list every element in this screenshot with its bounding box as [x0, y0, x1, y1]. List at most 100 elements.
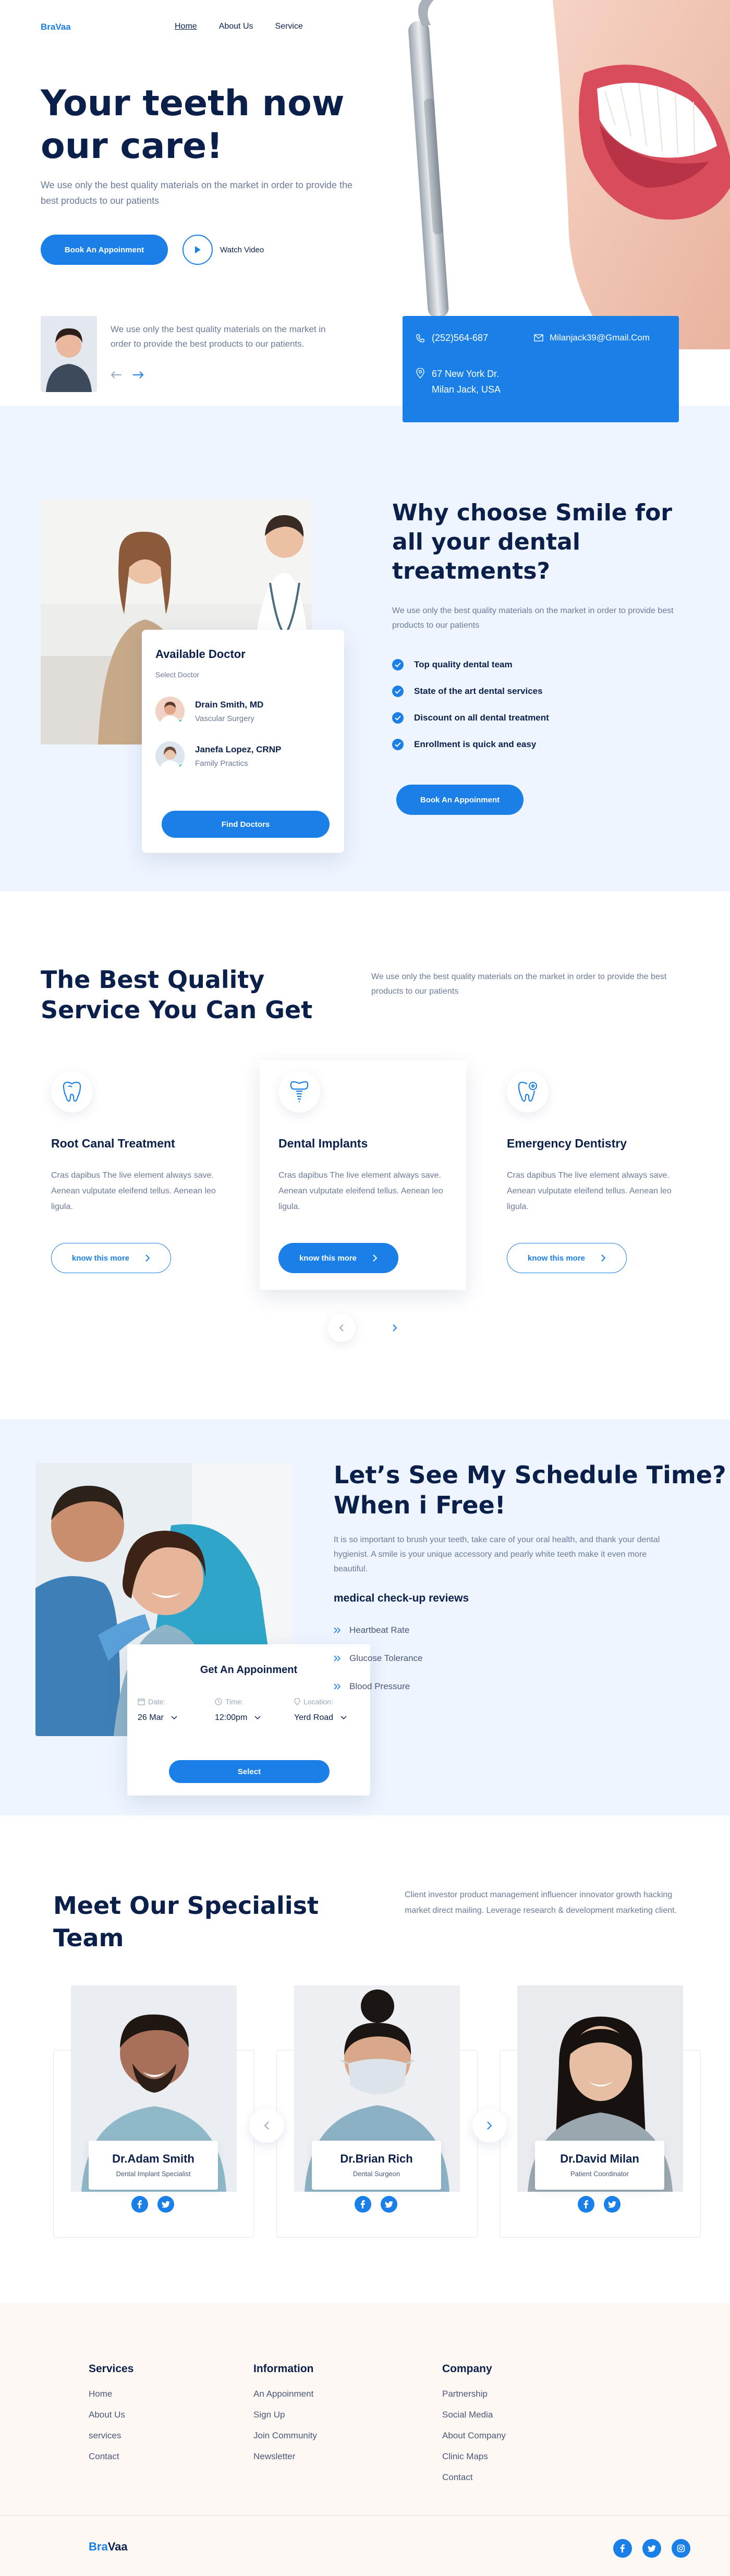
- footer-link[interactable]: Clinic Maps: [442, 2451, 506, 2462]
- facebook-icon[interactable]: [613, 2539, 632, 2558]
- footer-link[interactable]: About Us: [89, 2410, 133, 2420]
- dental-implant-icon: [278, 1071, 320, 1113]
- footer-social: [613, 2539, 690, 2558]
- nav-item-home[interactable]: Home: [175, 22, 197, 31]
- facebook-icon[interactable]: [355, 2196, 371, 2213]
- review-item-text: Glucose Tolerance: [349, 1653, 423, 1663]
- footer-link[interactable]: An Appoinment: [253, 2389, 317, 2399]
- instagram-icon[interactable]: [672, 2539, 690, 2558]
- team-next-button[interactable]: [472, 2108, 507, 2143]
- services-prev-button[interactable]: [327, 1314, 356, 1342]
- chevron-right-icon: [145, 1254, 150, 1262]
- play-icon[interactable]: [182, 235, 213, 265]
- hero-book-button[interactable]: Book An Appoinment: [41, 235, 168, 265]
- nav-item-service[interactable]: Service: [275, 22, 303, 31]
- footer-link[interactable]: Join Community: [253, 2431, 317, 2441]
- doctor-avatar: [155, 697, 185, 726]
- know-more-button[interactable]: know this more: [51, 1243, 171, 1273]
- team-title-line1: Meet Our Specialist: [53, 1891, 319, 1920]
- testimonial-text: We use only the best quality materials o…: [111, 324, 326, 349]
- watch-video-label: Watch Video: [220, 245, 264, 254]
- footer-link[interactable]: Newsletter: [253, 2451, 317, 2462]
- footer-brand-logo[interactable]: BraVaa: [89, 2540, 128, 2554]
- arrow-right-icon[interactable]: [132, 371, 144, 381]
- date-field[interactable]: Date: 26 Mar: [138, 1698, 205, 1723]
- schedule-title-line1: Let’s See My Schedule Time?: [334, 1461, 726, 1489]
- chevron-down-icon: [254, 1716, 261, 1720]
- facebook-icon[interactable]: [131, 2196, 148, 2213]
- testimonial-arrows: [111, 371, 144, 381]
- service-desc: Cras dapibus The live element always sav…: [278, 1171, 443, 1211]
- page: BraVaa Home About Us Service Your teeth …: [0, 0, 730, 2576]
- chevron-left-icon: [264, 2121, 269, 2130]
- footer-link[interactable]: About Company: [442, 2431, 506, 2441]
- tooth-icon: [51, 1071, 93, 1113]
- select-button[interactable]: Select: [169, 1760, 330, 1783]
- doctor-item[interactable]: Drain Smith, MD Vascular Surgery: [155, 697, 263, 726]
- arrow-left-icon[interactable]: [111, 371, 122, 381]
- find-doctors-button[interactable]: Find Doctors: [162, 811, 330, 838]
- team-name-card: Dr.David Milan Patient Coordinator: [535, 2141, 664, 2190]
- services-title-line2: Service You Can Get: [41, 996, 313, 1024]
- facebook-icon[interactable]: [578, 2196, 594, 2213]
- clock-icon: [215, 1698, 222, 1705]
- time-field[interactable]: Time: 12:00pm: [215, 1698, 283, 1723]
- footer-link[interactable]: Partnership: [442, 2389, 506, 2399]
- why-point: Top quality dental team: [392, 658, 549, 672]
- why-point: Enrollment is quick and easy: [392, 738, 549, 751]
- nav-item-about[interactable]: About Us: [219, 22, 253, 31]
- footer-link[interactable]: Sign Up: [253, 2410, 317, 2420]
- reviews-title: medical check-up reviews: [334, 1592, 469, 1604]
- team-member-role: Dental Implant Specialist: [116, 2170, 191, 2178]
- doctor-avatar: [155, 741, 185, 771]
- services-title: The Best Quality Service You Can Get: [41, 965, 312, 1025]
- available-doctor-card: Available Doctor Select Doctor Drain Smi…: [142, 630, 344, 853]
- why-title: Why choose Smile for all your dental tre…: [392, 498, 672, 586]
- service-title: Dental Implants: [278, 1137, 368, 1150]
- footer-link[interactable]: services: [89, 2431, 133, 2441]
- team-member-role: Patient Coordinator: [570, 2170, 629, 2178]
- team-member-name: Dr.Brian Rich: [340, 2152, 413, 2165]
- team-title: Meet Our Specialist Team: [53, 1889, 319, 1954]
- doctor-name: Janefa Lopez, CRNP: [195, 744, 282, 754]
- location-field[interactable]: Location: Yerd Road: [294, 1698, 367, 1723]
- know-more-button[interactable]: know this more: [507, 1243, 627, 1273]
- doctor-role: Family Practics: [195, 759, 248, 768]
- footer-link[interactable]: Home: [89, 2389, 133, 2399]
- team-prev-button[interactable]: [249, 2108, 284, 2143]
- schedule-title: Let’s See My Schedule Time? When i Free!: [334, 1460, 726, 1520]
- doctor-name: Drain Smith, MD: [195, 699, 264, 710]
- contact-email[interactable]: Milanjack39@Gmail.Com: [534, 333, 650, 343]
- doctor-item[interactable]: Janefa Lopez, CRNP Family Practics: [155, 741, 281, 771]
- team-social: [131, 2196, 174, 2213]
- why-title-line2: all your dental: [392, 529, 580, 555]
- location-value: Yerd Road: [294, 1713, 334, 1722]
- know-more-button[interactable]: know this more: [278, 1243, 398, 1273]
- chevron-right-icon: [373, 1254, 378, 1262]
- service-card: Dental Implants Cras dapibus The live el…: [260, 1060, 466, 1290]
- chevron-down-icon: [171, 1716, 177, 1720]
- services-next-button[interactable]: [381, 1314, 409, 1342]
- mail-icon: [534, 334, 543, 341]
- location-pin-icon: [416, 368, 424, 379]
- hero-smile-image: [396, 0, 730, 349]
- phone-icon: [416, 334, 424, 343]
- why-book-button[interactable]: Book An Appoinment: [396, 785, 524, 815]
- brand-logo[interactable]: BraVaa: [41, 22, 71, 32]
- review-item: Heartbeat Rate: [334, 1625, 423, 1636]
- footer-link[interactable]: Social Media: [442, 2410, 506, 2420]
- footer-link[interactable]: Contact: [442, 2472, 506, 2483]
- check-icon: [392, 686, 404, 697]
- team-social: [578, 2196, 620, 2213]
- doctor-card-title: Available Doctor: [155, 648, 246, 661]
- hero-title-line2: our care!: [41, 126, 223, 167]
- twitter-icon[interactable]: [642, 2539, 661, 2558]
- twitter-icon[interactable]: [381, 2196, 397, 2213]
- footer-link[interactable]: Contact: [89, 2451, 133, 2462]
- twitter-icon[interactable]: [157, 2196, 174, 2213]
- know-more-label: know this more: [71, 1253, 130, 1263]
- watch-video-button[interactable]: Watch Video: [182, 235, 264, 265]
- twitter-icon[interactable]: [604, 2196, 620, 2213]
- contact-phone[interactable]: (252)564-687: [416, 333, 488, 344]
- service-card: Root Canal Treatment Cras dapibus The li…: [41, 1060, 239, 1290]
